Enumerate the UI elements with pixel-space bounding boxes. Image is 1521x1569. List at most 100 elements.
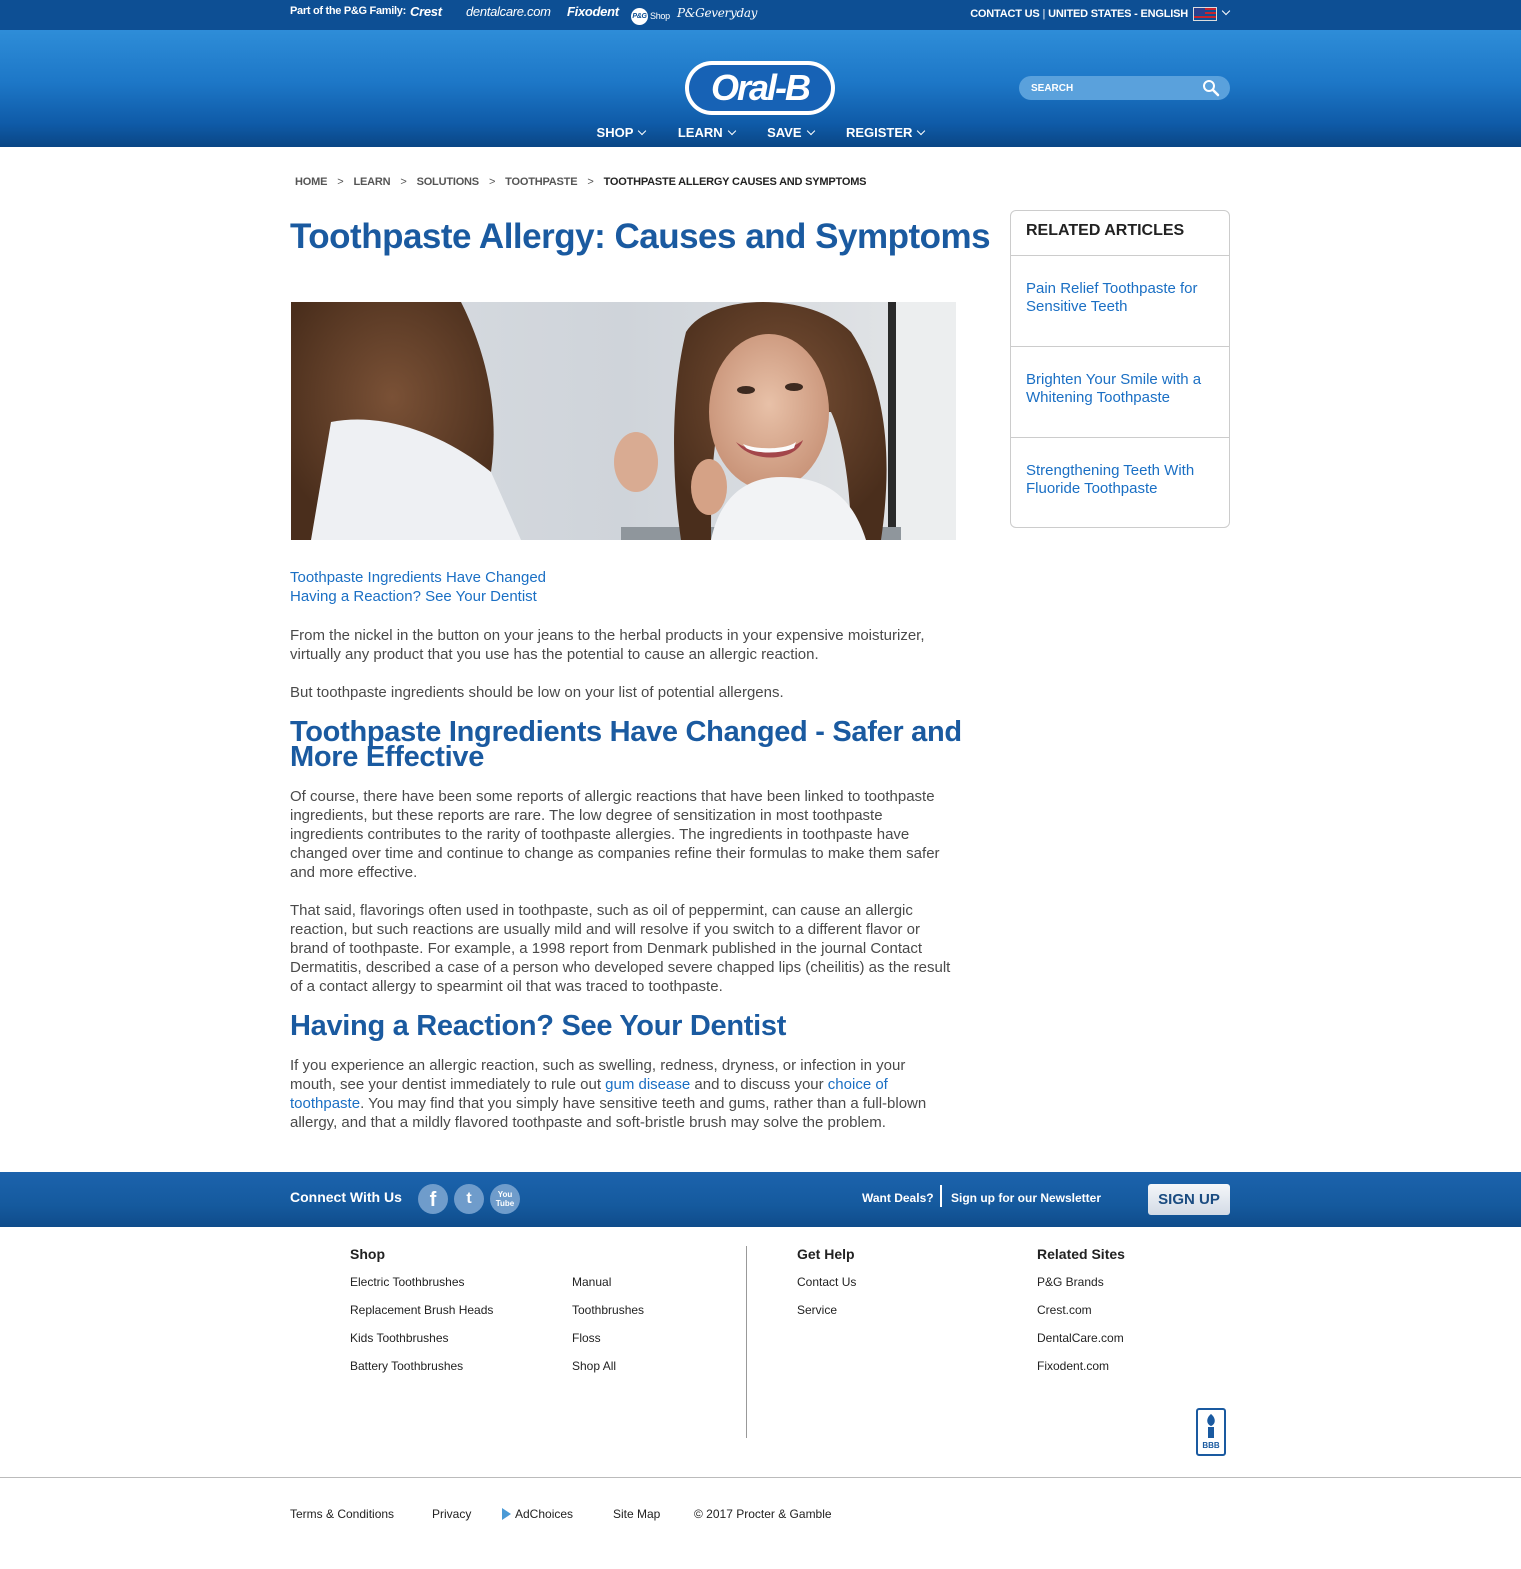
footer-link[interactable]: P&G Brands: [1037, 1274, 1125, 1302]
sign-up-button[interactable]: SIGN UP: [1148, 1184, 1230, 1215]
breadcrumb-home[interactable]: HOME: [295, 176, 327, 188]
footer-help-heading: Get Help: [797, 1246, 855, 1262]
deals-label: Want Deals?: [862, 1191, 934, 1205]
toc-link-reaction[interactable]: Having a Reaction? See Your Dentist: [290, 587, 546, 606]
intro-paragraph: From the nickel in the button on your je…: [290, 627, 925, 663]
footer-link[interactable]: Toothbrushes: [572, 1302, 644, 1330]
oral-b-logo[interactable]: Oral-B: [685, 61, 835, 115]
deals-divider: [940, 1185, 942, 1207]
footer-link[interactable]: Replacement Brush Heads: [350, 1302, 493, 1330]
footer-link[interactable]: Crest.com: [1037, 1302, 1125, 1330]
pg-shop-badge: P&G: [631, 8, 648, 25]
terms-link[interactable]: Terms & Conditions: [290, 1507, 394, 1521]
chevron-down-icon: [917, 126, 926, 136]
adchoices-icon: [502, 1508, 511, 1520]
footer-help-column: Get Help Contact Us Service: [797, 1246, 856, 1330]
search-input[interactable]: [1031, 76, 1196, 100]
connect-label: Connect With Us: [290, 1189, 402, 1205]
nav-register[interactable]: REGISTER: [845, 125, 926, 140]
site-header: Oral-B SHOP LEARN SAVE REGISTER: [0, 30, 1521, 147]
adchoices-link[interactable]: AdChoices: [502, 1507, 573, 1521]
footer-link[interactable]: Floss: [572, 1330, 644, 1358]
footer-link[interactable]: Electric Toothbrushes: [350, 1274, 493, 1302]
breadcrumb-separator: >: [587, 176, 594, 188]
pg-shop-brand-link[interactable]: P&G Shop: [631, 8, 670, 25]
breadcrumb-current: TOOTHPASTE ALLERGY CAUSES AND SYMPTOMS: [603, 176, 867, 188]
table-of-contents: Toothpaste Ingredients Have Changed Havi…: [290, 568, 546, 606]
footer-shop-heading: Shop: [350, 1246, 385, 1262]
footer-link[interactable]: Kids Toothbrushes: [350, 1330, 493, 1358]
facebook-icon[interactable]: f: [418, 1184, 448, 1214]
reaction-paragraph: If you experience an allergic reaction, …: [290, 1056, 940, 1132]
search-icon[interactable]: [1202, 79, 1220, 97]
related-article-link[interactable]: Pain Relief Toothpaste for Sensitive Tee…: [1011, 256, 1229, 347]
bbb-torch-icon: [1207, 1414, 1215, 1438]
main-nav: SHOP LEARN SAVE REGISTER: [0, 124, 1521, 142]
adchoices-label: AdChoices: [515, 1507, 574, 1521]
search-box: [1019, 76, 1230, 100]
footer-divider: [746, 1246, 747, 1438]
footer-link[interactable]: Service: [797, 1302, 856, 1330]
gum-disease-link[interactable]: gum disease: [605, 1076, 690, 1093]
crest-brand-link[interactable]: Crest: [410, 4, 442, 19]
connect-bar: Connect With Us f t You Tube Want Deals?…: [0, 1172, 1521, 1227]
fixodent-brand-link[interactable]: Fixodent: [567, 4, 619, 19]
pg-family-bar: Part of the P&G Family: Crest dentalcare…: [0, 0, 1521, 30]
pg-shop-label: Shop: [650, 10, 670, 21]
footer-spacer: [572, 1246, 644, 1264]
pg-everyday-brand-link[interactable]: P&Geveryday: [677, 6, 757, 20]
section-heading-ingredients: Toothpaste Ingredients Have Changed - Sa…: [290, 716, 962, 773]
footer-link[interactable]: Manual: [572, 1274, 644, 1302]
footer-link[interactable]: Battery Toothbrushes: [350, 1358, 493, 1386]
nav-save-label: SAVE: [767, 125, 802, 140]
toc-link-ingredients[interactable]: Toothpaste Ingredients Have Changed: [290, 568, 546, 587]
site-map-link[interactable]: Site Map: [613, 1507, 660, 1521]
footer-link[interactable]: Shop All: [572, 1358, 644, 1386]
bbb-label: BBB: [1202, 1441, 1220, 1450]
nav-register-label: REGISTER: [845, 125, 913, 140]
twitter-icon[interactable]: t: [454, 1184, 484, 1214]
copyright: © 2017 Procter & Gamble: [694, 1507, 832, 1521]
breadcrumb-separator: >: [400, 176, 407, 188]
footer-rule: [0, 1477, 1521, 1478]
utility-separator: |: [1042, 7, 1046, 20]
nav-save[interactable]: SAVE: [767, 125, 815, 140]
flavorings-paragraph: That said, flavorings often used in toot…: [290, 902, 951, 995]
nav-shop[interactable]: SHOP: [596, 125, 647, 140]
page-title: Toothpaste Allergy: Causes and Symptoms: [290, 217, 991, 256]
nav-learn-label: LEARN: [677, 125, 723, 140]
breadcrumb-separator: >: [337, 176, 344, 188]
chevron-down-icon: [638, 126, 647, 136]
nav-learn[interactable]: LEARN: [677, 125, 736, 140]
us-flag-icon: [1193, 7, 1217, 21]
footer-link[interactable]: DentalCare.com: [1037, 1330, 1125, 1358]
privacy-link[interactable]: Privacy: [432, 1507, 471, 1521]
related-article-link[interactable]: Strengthening Teeth With Fluoride Toothp…: [1011, 438, 1229, 527]
contact-us-link[interactable]: CONTACT US: [970, 8, 1039, 20]
footer-related-column: Related Sites P&G Brands Crest.com Denta…: [1037, 1246, 1125, 1386]
nav-shop-label: SHOP: [596, 125, 634, 140]
locale-label: UNITED STATES - ENGLISH: [1048, 7, 1188, 20]
breadcrumb-learn[interactable]: LEARN: [353, 176, 390, 188]
bbb-accredited-icon[interactable]: BBB: [1196, 1408, 1226, 1456]
youtube-icon[interactable]: You Tube: [490, 1184, 520, 1214]
related-article-link[interactable]: Brighten Your Smile with a Whitening Too…: [1011, 347, 1229, 438]
footer-related-heading: Related Sites: [1037, 1246, 1125, 1262]
ingredients-paragraph: Of course, there have been some reports …: [290, 788, 940, 881]
section-heading-reaction: Having a Reaction? See Your Dentist: [290, 1010, 787, 1042]
footer-link[interactable]: Contact Us: [797, 1274, 856, 1302]
family-label: Part of the P&G Family:: [290, 5, 406, 17]
footer-link[interactable]: Fixodent.com: [1037, 1358, 1125, 1386]
breadcrumb: HOME > LEARN > SOLUTIONS > TOOTHPASTE > TOOTHPAS…: [295, 176, 867, 188]
locale-selector[interactable]: UNITED STATES - ENGLISH: [1048, 6, 1231, 21]
breadcrumb-solutions[interactable]: SOLUTIONS: [417, 176, 480, 188]
breadcrumb-toothpaste[interactable]: TOOTHPASTE: [505, 176, 577, 188]
breadcrumb-separator: >: [488, 176, 496, 188]
dentalcare-brand-link[interactable]: dentalcare.com: [466, 4, 551, 19]
hero-image: [291, 302, 956, 540]
woman-mirror-photo: [291, 302, 956, 540]
reaction-text-c: . You may find that you simply have sens…: [290, 1095, 927, 1131]
related-articles-heading: RELATED ARTICLES: [1011, 211, 1229, 256]
logo-text: Oral-B: [689, 65, 831, 111]
footer-shop-column: Shop Electric Toothbrushes Replacement B…: [350, 1246, 493, 1386]
